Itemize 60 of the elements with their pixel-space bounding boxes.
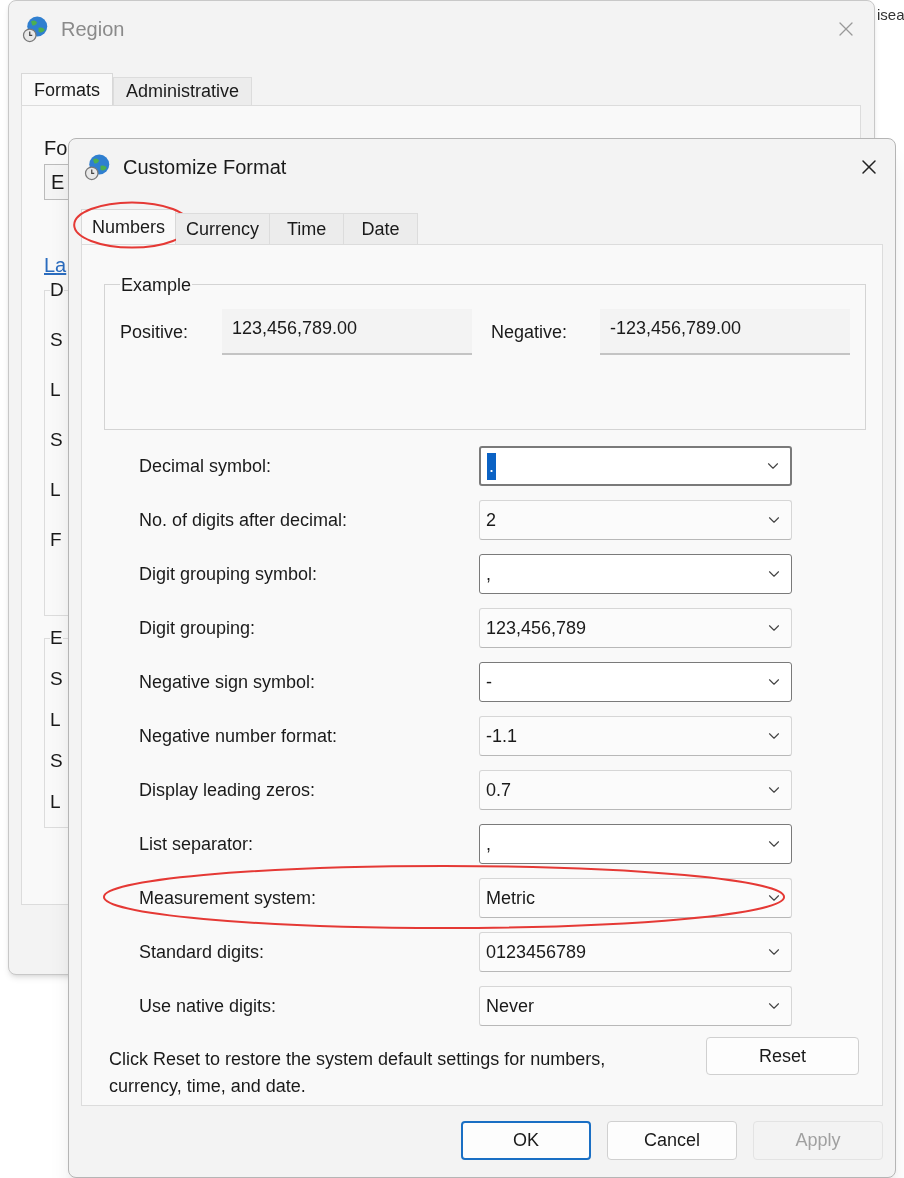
dropdown-field[interactable]: 2: [479, 500, 792, 540]
dropdown-value: Never: [486, 994, 534, 1018]
setting-label: Negative sign symbol:: [139, 670, 317, 694]
setting-label: Standard digits:: [139, 940, 266, 964]
example-value-field: 123,456,789.00: [222, 309, 472, 355]
reset-note: Click Reset to restore the system default settings for numbers, currency, time, and date.: [109, 1048, 607, 1098]
setting-label: Negative number format:: [139, 724, 339, 748]
field-label: F: [50, 529, 62, 551]
tab[interactable]: Numbers: [81, 209, 177, 244]
field-label: L: [50, 791, 61, 813]
dropdown-value: 2: [486, 508, 496, 532]
setting-label: List separator:: [139, 832, 255, 856]
field-label: Fo: [44, 136, 69, 160]
dropdown-field[interactable]: 0.7: [479, 770, 792, 810]
field-label: L: [50, 709, 61, 731]
dropdown-value: ,: [486, 562, 491, 586]
dropdown-field[interactable]: ,: [479, 554, 792, 594]
setting-label: No. of digits after decimal:: [139, 508, 349, 532]
dropdown-field[interactable]: Metric: [479, 878, 792, 918]
dropdown-value: 0.7: [486, 778, 512, 802]
field-label: S: [50, 429, 63, 451]
dropdown-value: Metric: [486, 886, 535, 910]
field-label: S: [50, 329, 63, 351]
dropdown-value: ,: [486, 832, 491, 856]
dropdown-field[interactable]: -1.1: [479, 716, 792, 756]
setting-label: Measurement system:: [139, 886, 318, 910]
setting-label: Decimal symbol:: [139, 454, 273, 478]
window-title: Region: [61, 17, 125, 42]
tab[interactable]: Formats: [21, 73, 113, 105]
window-title: Customize Format: [123, 154, 287, 180]
dropdown-value: 123,456,789: [486, 616, 587, 640]
field-label: S: [50, 668, 63, 690]
dropdown-value: -1.1: [486, 724, 518, 748]
dropdown-field[interactable]: -: [479, 662, 792, 702]
setting-label: Digit grouping:: [139, 616, 257, 640]
tab[interactable]: Currency: [176, 213, 271, 244]
tab[interactable]: Time: [270, 213, 345, 244]
tab[interactable]: Date: [344, 213, 419, 244]
reset-button[interactable]: Reset: [706, 1037, 859, 1075]
dropdown-value: .: [487, 452, 496, 480]
dropdown-field[interactable]: 0123456789: [479, 932, 792, 972]
field-label: L: [50, 479, 61, 501]
dropdown-field[interactable]: .: [479, 446, 792, 486]
dropdown-field[interactable]: ,: [479, 824, 792, 864]
field-label: Negative:: [491, 320, 569, 344]
field-label: L: [50, 379, 61, 401]
dropdown-value: -: [486, 670, 492, 694]
tab[interactable]: Administrative: [113, 77, 253, 105]
setting-label: Use native digits:: [139, 994, 278, 1018]
dropdown-value: 0123456789: [486, 940, 587, 964]
field-label: S: [50, 750, 63, 772]
example-value-field: -123,456,789.00: [600, 309, 850, 355]
dropdown-field[interactable]: Never: [479, 986, 792, 1026]
field-label: Positive:: [120, 320, 190, 344]
dialog-button[interactable]: Cancel: [607, 1121, 737, 1160]
dialog-button[interactable]: OK: [461, 1121, 591, 1160]
dropdown-field[interactable]: 123,456,789: [479, 608, 792, 648]
background-text: isea: [877, 5, 904, 25]
setting-label: Digit grouping symbol:: [139, 562, 319, 586]
setting-label: Display leading zeros:: [139, 778, 317, 802]
